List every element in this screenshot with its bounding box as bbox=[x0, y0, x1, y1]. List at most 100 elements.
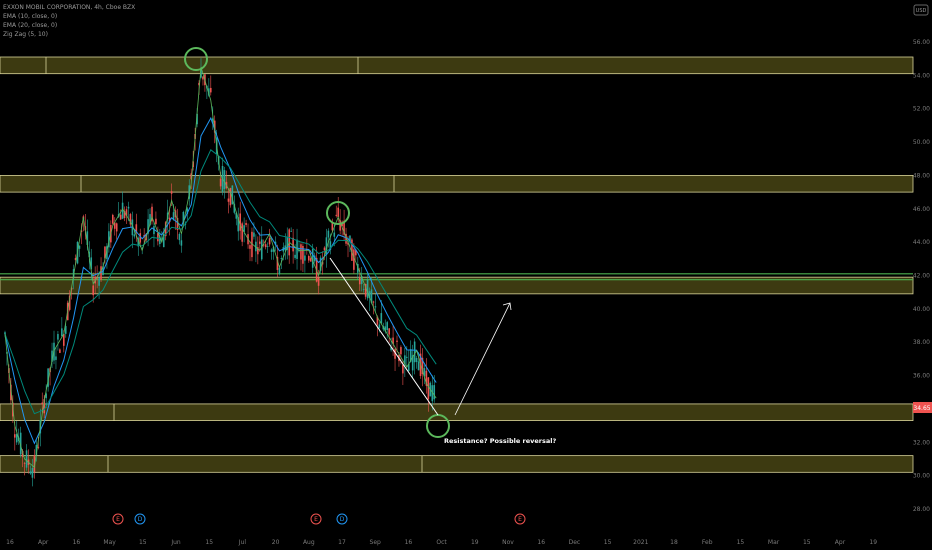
candle-body bbox=[268, 238, 271, 245]
candle-body bbox=[92, 285, 94, 296]
candle-body bbox=[25, 450, 28, 468]
candle-body bbox=[239, 213, 241, 231]
candles bbox=[4, 58, 436, 487]
y-tick-label: 42.00 bbox=[913, 273, 930, 280]
candle-body bbox=[98, 277, 100, 286]
candle-body bbox=[155, 218, 157, 225]
x-tick-label: 15 bbox=[737, 539, 745, 546]
y-tick-label: 54.00 bbox=[913, 72, 930, 79]
x-tick-label: Apr bbox=[38, 539, 49, 546]
candle-body bbox=[115, 223, 118, 232]
candle-body bbox=[406, 356, 408, 358]
ema10-label[interactable]: EMA (10, close, 0) bbox=[3, 12, 135, 21]
candle-body bbox=[4, 332, 6, 335]
candle-body bbox=[249, 245, 251, 249]
x-tick-label: 2021 bbox=[633, 539, 648, 546]
x-tick-label: 15 bbox=[139, 539, 147, 546]
y-tick-label: 36.00 bbox=[913, 373, 930, 380]
candle-body bbox=[223, 170, 226, 190]
candle-body bbox=[374, 306, 377, 308]
x-tick-label: Feb bbox=[702, 539, 713, 546]
candle-body bbox=[57, 334, 59, 340]
zone-rect bbox=[0, 455, 914, 473]
y-tick-label: 28.00 bbox=[913, 506, 930, 513]
candle-body bbox=[245, 222, 247, 225]
candle-body bbox=[260, 239, 263, 260]
candle-body bbox=[335, 214, 338, 216]
event-marker-label: E bbox=[116, 516, 120, 523]
x-tick-label: 15 bbox=[604, 539, 612, 546]
y-tick-label: 44.00 bbox=[913, 239, 930, 246]
candle-body bbox=[219, 178, 222, 187]
x-tick-label: Sep bbox=[370, 539, 382, 546]
candle-body bbox=[61, 328, 63, 337]
candle-body bbox=[327, 230, 330, 238]
candle-body bbox=[127, 206, 130, 209]
candle-body bbox=[278, 267, 281, 274]
candle-body bbox=[333, 232, 336, 237]
candle-body bbox=[433, 385, 436, 400]
candle-body bbox=[23, 462, 26, 464]
candle-body bbox=[29, 471, 32, 474]
candle-body bbox=[427, 377, 430, 400]
x-tick-label: 19 bbox=[869, 539, 877, 546]
x-tick-label: 18 bbox=[670, 539, 678, 546]
candle-body bbox=[304, 255, 306, 261]
zigzag-label[interactable]: Zig Zag (5, 10) bbox=[3, 30, 135, 39]
y-tick-label: 30.00 bbox=[913, 473, 930, 480]
projection-arrow bbox=[454, 302, 511, 416]
symbol-title[interactable]: EXXON MOBIL CORPORATION, 4h, Cboe BZX bbox=[3, 3, 135, 12]
candle-body bbox=[241, 223, 243, 242]
price-chart[interactable]: Resistance? Possible reversal? 56.00 54.0… bbox=[0, 0, 932, 550]
candle-body bbox=[178, 233, 181, 241]
candle-body bbox=[227, 198, 230, 202]
zone-rect bbox=[0, 56, 914, 75]
circled-points bbox=[184, 47, 450, 438]
candle-body bbox=[14, 434, 16, 438]
candle-body bbox=[308, 256, 310, 261]
x-tick-label: Nov bbox=[502, 539, 514, 546]
x-tick-label: 17 bbox=[338, 539, 346, 546]
support-resistance-zones bbox=[0, 56, 914, 473]
candle-body bbox=[366, 279, 369, 299]
candle-body bbox=[259, 241, 261, 244]
x-tick-label: 16 bbox=[537, 539, 545, 546]
last-price-tag: 34.65 bbox=[913, 402, 932, 413]
y-tick-label: 32.00 bbox=[913, 439, 930, 446]
x-tick-label: Aug bbox=[303, 539, 315, 546]
y-tick-label: 46.00 bbox=[913, 206, 930, 213]
x-tick-label: Dec bbox=[569, 539, 581, 546]
x-tick-label: Jul bbox=[238, 539, 247, 546]
candle-body bbox=[372, 301, 375, 303]
y-tick-label: 40.00 bbox=[913, 306, 930, 313]
candle-body bbox=[112, 214, 114, 224]
candle-body bbox=[121, 202, 124, 219]
event-markers: EDEDE bbox=[112, 513, 526, 525]
candle-body bbox=[59, 349, 61, 353]
event-marker-label: D bbox=[138, 516, 143, 523]
y-tick-label: 48.00 bbox=[913, 172, 930, 179]
candle-body bbox=[119, 214, 122, 220]
candle-body bbox=[290, 230, 292, 232]
y-tick-label: 52.00 bbox=[913, 106, 930, 113]
last-price-label: 34.65 bbox=[913, 405, 930, 412]
candle-body bbox=[388, 328, 390, 335]
x-tick-label: 15 bbox=[205, 539, 213, 546]
y-tick-label: 38.00 bbox=[913, 339, 930, 346]
y-axis: 56.00 54.00 52.00 50.00 48.00 46.00 44.00 42.00… bbox=[913, 39, 930, 513]
candle-body bbox=[180, 240, 183, 246]
candle-body bbox=[270, 249, 273, 252]
candle-body bbox=[280, 258, 283, 259]
x-tick-label: Apr bbox=[835, 539, 846, 546]
currency-badge[interactable]: USD bbox=[913, 4, 929, 16]
candle-body bbox=[31, 467, 34, 478]
x-axis: 16 Apr 16 May 15 Jun 15 Jul 20 Aug 17 Sep 16 Oct 19 Nov… bbox=[6, 539, 877, 546]
candle-body bbox=[323, 247, 326, 251]
x-tick-label: 20 bbox=[272, 539, 280, 546]
x-tick-label: 15 bbox=[803, 539, 811, 546]
candle-body bbox=[41, 402, 44, 405]
event-marker-label: E bbox=[518, 516, 522, 523]
candle-body bbox=[266, 246, 269, 247]
ema20-label[interactable]: EMA (20, close, 0) bbox=[3, 21, 135, 30]
candle-body bbox=[337, 207, 339, 217]
